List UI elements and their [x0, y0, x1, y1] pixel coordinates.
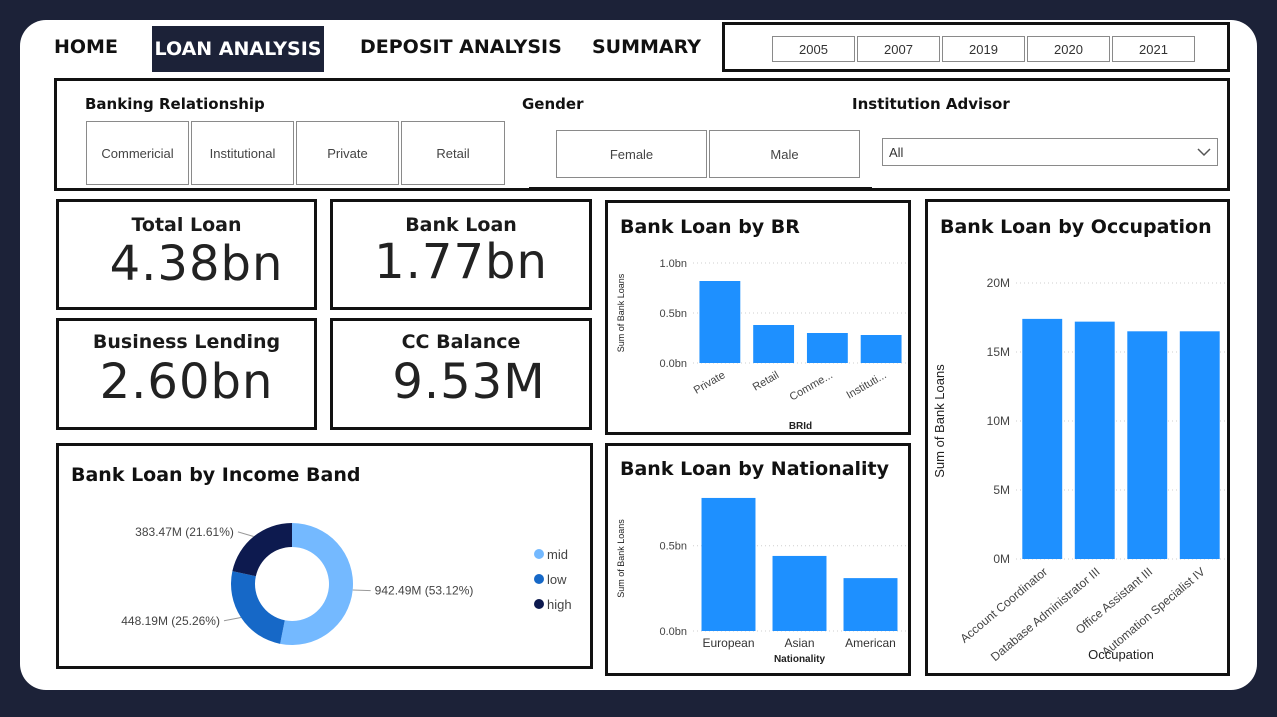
x-tick-label: Automation Specialist IV: [1099, 565, 1208, 659]
x-tick-label: Asian: [784, 636, 814, 650]
kpi-value: 1.77bn: [374, 234, 548, 290]
br-option-institutional[interactable]: Institutional: [191, 121, 294, 185]
kpi-value: 2.60bn: [99, 354, 274, 410]
bar-account-coordinator: [1022, 318, 1063, 559]
x-axis-label: Occupation: [1088, 647, 1154, 662]
gender-option-male[interactable]: Male: [709, 130, 860, 178]
y-tick-label: 0.0bn: [659, 626, 687, 638]
institution-advisor-dropdown[interactable]: All: [882, 138, 1218, 166]
year-slicer: 2005 2007 2019 2020 2021: [722, 22, 1230, 72]
x-tick-label: Comme...: [788, 369, 835, 403]
year-button-2020[interactable]: 2020: [1027, 36, 1110, 62]
filter-panel: Banking Relationship Commericial Institu…: [54, 78, 1230, 191]
institution-advisor-value: All: [889, 145, 904, 160]
kpi-value: 9.53M: [392, 354, 546, 410]
donut-leader-line: [237, 531, 254, 538]
chevron-down-icon: [1197, 148, 1211, 157]
gender-underline: [529, 187, 872, 189]
x-tick-label: Private: [692, 369, 728, 397]
legend-marker-mid: [534, 549, 544, 559]
kpi-value: 4.38bn: [109, 236, 284, 292]
bar-comme-: [806, 333, 848, 363]
kpi-label: Business Lending: [92, 331, 281, 353]
y-tick-label: 0.0bn: [659, 358, 687, 370]
y-tick-label: 0.5bn: [659, 541, 687, 553]
nav-loan-analysis[interactable]: LOAN ANALYSIS: [152, 26, 324, 72]
kpi-label: CC Balance: [401, 331, 521, 353]
year-button-2019[interactable]: 2019: [942, 36, 1025, 62]
kpi-bank-loan: Bank Loan 1.77bn: [330, 199, 592, 310]
br-option-commercial[interactable]: Commericial: [86, 121, 189, 185]
bar-database-administrator-iii: [1074, 321, 1115, 559]
chart-bank-loan-by-br: Bank Loan by BR 0.0bn 0.5bn 1.0bn Private Re…: [605, 200, 911, 435]
x-tick-label: Retail: [751, 369, 781, 393]
legend-marker-low: [534, 574, 544, 584]
y-tick-label: 5M: [993, 483, 1010, 497]
bar-automation-specialist-iv: [1179, 331, 1220, 559]
donut-leader-line: [352, 589, 371, 592]
year-button-2021[interactable]: 2021: [1112, 36, 1195, 62]
legend-label-low: low: [547, 572, 567, 587]
year-button-2007[interactable]: 2007: [857, 36, 940, 62]
legend-marker-high: [534, 599, 544, 609]
gender-option-female[interactable]: Female: [556, 130, 707, 178]
y-tick-label: 20M: [987, 276, 1010, 290]
donut-data-label: 383.47M (21.61%): [135, 525, 234, 539]
y-axis-label: Sum of Bank Loans: [616, 519, 626, 598]
x-tick-label: Instituti...: [844, 369, 888, 401]
bar-chart-occupation: 0M5M10M15M20MAccount CoordinatorDatabase…: [932, 276, 1226, 664]
bar-asian: [772, 555, 827, 631]
donut-slice-high: [232, 523, 292, 577]
banking-relationship-title: Banking Relationship: [85, 95, 265, 113]
x-axis-label: Nationality: [774, 654, 826, 665]
donut-data-label: 942.49M (53.12%): [375, 584, 474, 598]
bar-chart-nationality: 0.0bn 0.5bn European Asian American Nationali…: [616, 497, 906, 665]
nav-summary[interactable]: SUMMARY: [592, 36, 701, 58]
nav-home[interactable]: HOME: [54, 36, 118, 58]
donut-chart-income-band: 942.49M (53.12%) 448.19M (25.26%) 383.47M …: [121, 523, 572, 645]
bar-american: [843, 578, 898, 631]
donut-data-label: 448.19M (25.26%): [121, 614, 220, 628]
chart-bank-loan-by-nationality: Bank Loan by Nationality 0.0bn 0.5bn Europ…: [605, 443, 911, 676]
institution-advisor-title: Institution Advisor: [852, 95, 1010, 113]
bar-instituti-: [860, 335, 902, 363]
x-axis-label: BRId: [789, 421, 812, 432]
x-tick-label: European: [702, 636, 754, 650]
y-axis-label: Sum of Bank Loans: [616, 273, 626, 352]
bar-private: [699, 281, 741, 363]
br-option-private[interactable]: Private: [296, 121, 399, 185]
y-tick-label: 0M: [993, 552, 1010, 566]
nav-deposit-analysis[interactable]: DEPOSIT ANALYSIS: [360, 36, 562, 58]
bar-chart-br: 0.0bn 0.5bn 1.0bn Private Retail Comme... Inst…: [616, 258, 908, 432]
legend-label-mid: mid: [547, 547, 568, 562]
bar-retail: [753, 325, 795, 363]
y-tick-label: 15M: [987, 345, 1010, 359]
year-button-2005[interactable]: 2005: [772, 36, 855, 62]
bar-european: [701, 497, 756, 631]
x-tick-label: American: [845, 636, 896, 650]
donut-leader-line: [223, 616, 242, 622]
kpi-cc-balance: CC Balance 9.53M: [330, 318, 592, 430]
br-option-retail[interactable]: Retail: [401, 121, 505, 185]
kpi-total-loan: Total Loan 4.38bn: [56, 199, 317, 310]
dashboard-canvas: HOME LOAN ANALYSIS DEPOSIT ANALYSIS SUMM…: [20, 20, 1257, 690]
bar-office-assistant-iii: [1127, 331, 1168, 559]
gender-title: Gender: [522, 95, 584, 113]
y-axis-label: Sum of Bank Loans: [932, 364, 947, 478]
y-tick-label: 0.5bn: [659, 308, 687, 320]
y-tick-label: 10M: [987, 414, 1010, 428]
x-tick-label: Account Coordinator: [957, 565, 1050, 646]
chart-bank-loan-by-occupation: Bank Loan by Occupation 0M 5M 10M 15M 20M Acc…: [925, 199, 1230, 676]
kpi-label: Bank Loan: [405, 214, 517, 236]
y-tick-label: 1.0bn: [659, 258, 687, 270]
legend-label-high: high: [547, 597, 572, 612]
kpi-label: Total Loan: [131, 214, 242, 236]
kpi-business-lending: Business Lending 2.60bn: [56, 318, 317, 430]
chart-bank-loan-by-income-band: Bank Loan by Income Band 942.49M (53.12%…: [56, 443, 593, 669]
donut-slice-low: [231, 571, 285, 644]
